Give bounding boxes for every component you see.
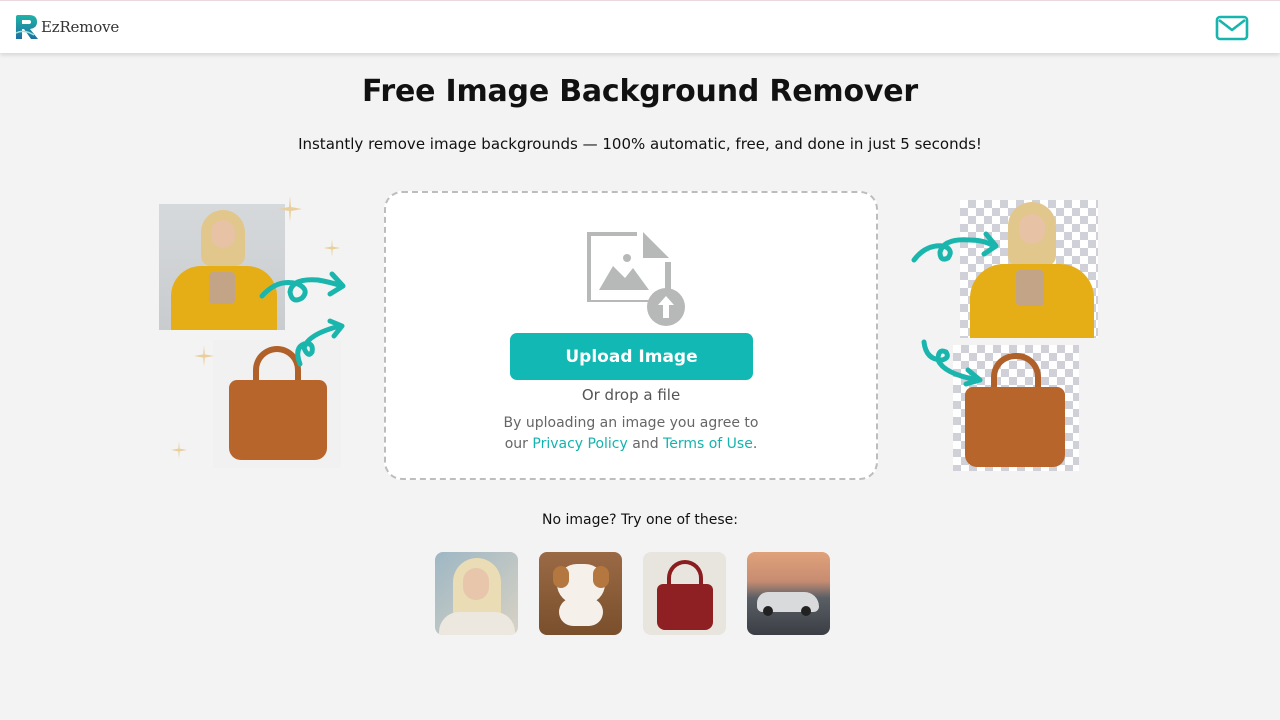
sample-images-label: No image? Try one of these: xyxy=(541,512,738,528)
upload-dropzone[interactable]: Upload Image Or drop a file By uploading… xyxy=(384,191,878,480)
terms-our-text: our xyxy=(504,436,528,452)
top-header: EzRemove xyxy=(0,0,1280,53)
page-title: Free Image Background Remover xyxy=(361,74,918,109)
sparkle-icon xyxy=(171,441,187,459)
sparkle-icon xyxy=(323,239,341,257)
page-subtitle: Instantly remove image backgrounds — 100… xyxy=(298,135,982,153)
terms-period: . xyxy=(752,436,758,452)
sample-image-puppy[interactable] xyxy=(539,552,622,635)
sample-image-sports-car[interactable] xyxy=(747,552,830,635)
curly-arrow-icon xyxy=(921,339,983,387)
terms-and-text: and xyxy=(632,436,659,452)
upload-image-button[interactable]: Upload Image xyxy=(510,333,753,380)
after-woman-image xyxy=(960,200,1098,338)
terms-notice-line1: By uploading an image you agree to xyxy=(503,415,759,431)
image-upload-icon xyxy=(587,232,685,326)
terms-of-use-link[interactable]: Terms of Use xyxy=(663,436,753,452)
sparkle-icon xyxy=(278,196,302,222)
sample-images-list xyxy=(435,552,830,635)
drop-file-hint: Or drop a file xyxy=(581,386,681,404)
ezremove-r-logo-icon xyxy=(15,15,38,39)
before-woman-image xyxy=(159,204,285,330)
brand-logo[interactable]: EzRemove xyxy=(14,13,119,41)
mail-icon[interactable] xyxy=(1215,15,1249,41)
curly-arrow-icon xyxy=(911,231,999,263)
curly-arrow-icon xyxy=(259,271,346,303)
brand-name: EzRemove xyxy=(41,18,120,36)
sample-image-red-handbag[interactable] xyxy=(643,552,726,635)
sparkle-icon xyxy=(194,345,214,367)
sample-image-woman[interactable] xyxy=(435,552,518,635)
terms-notice-line2: our Privacy Policy and Terms of Use. xyxy=(386,434,876,455)
terms-notice: By uploading an image you agree to our P… xyxy=(386,413,876,455)
privacy-policy-link[interactable]: Privacy Policy xyxy=(532,436,627,452)
curly-arrow-icon xyxy=(295,318,345,367)
